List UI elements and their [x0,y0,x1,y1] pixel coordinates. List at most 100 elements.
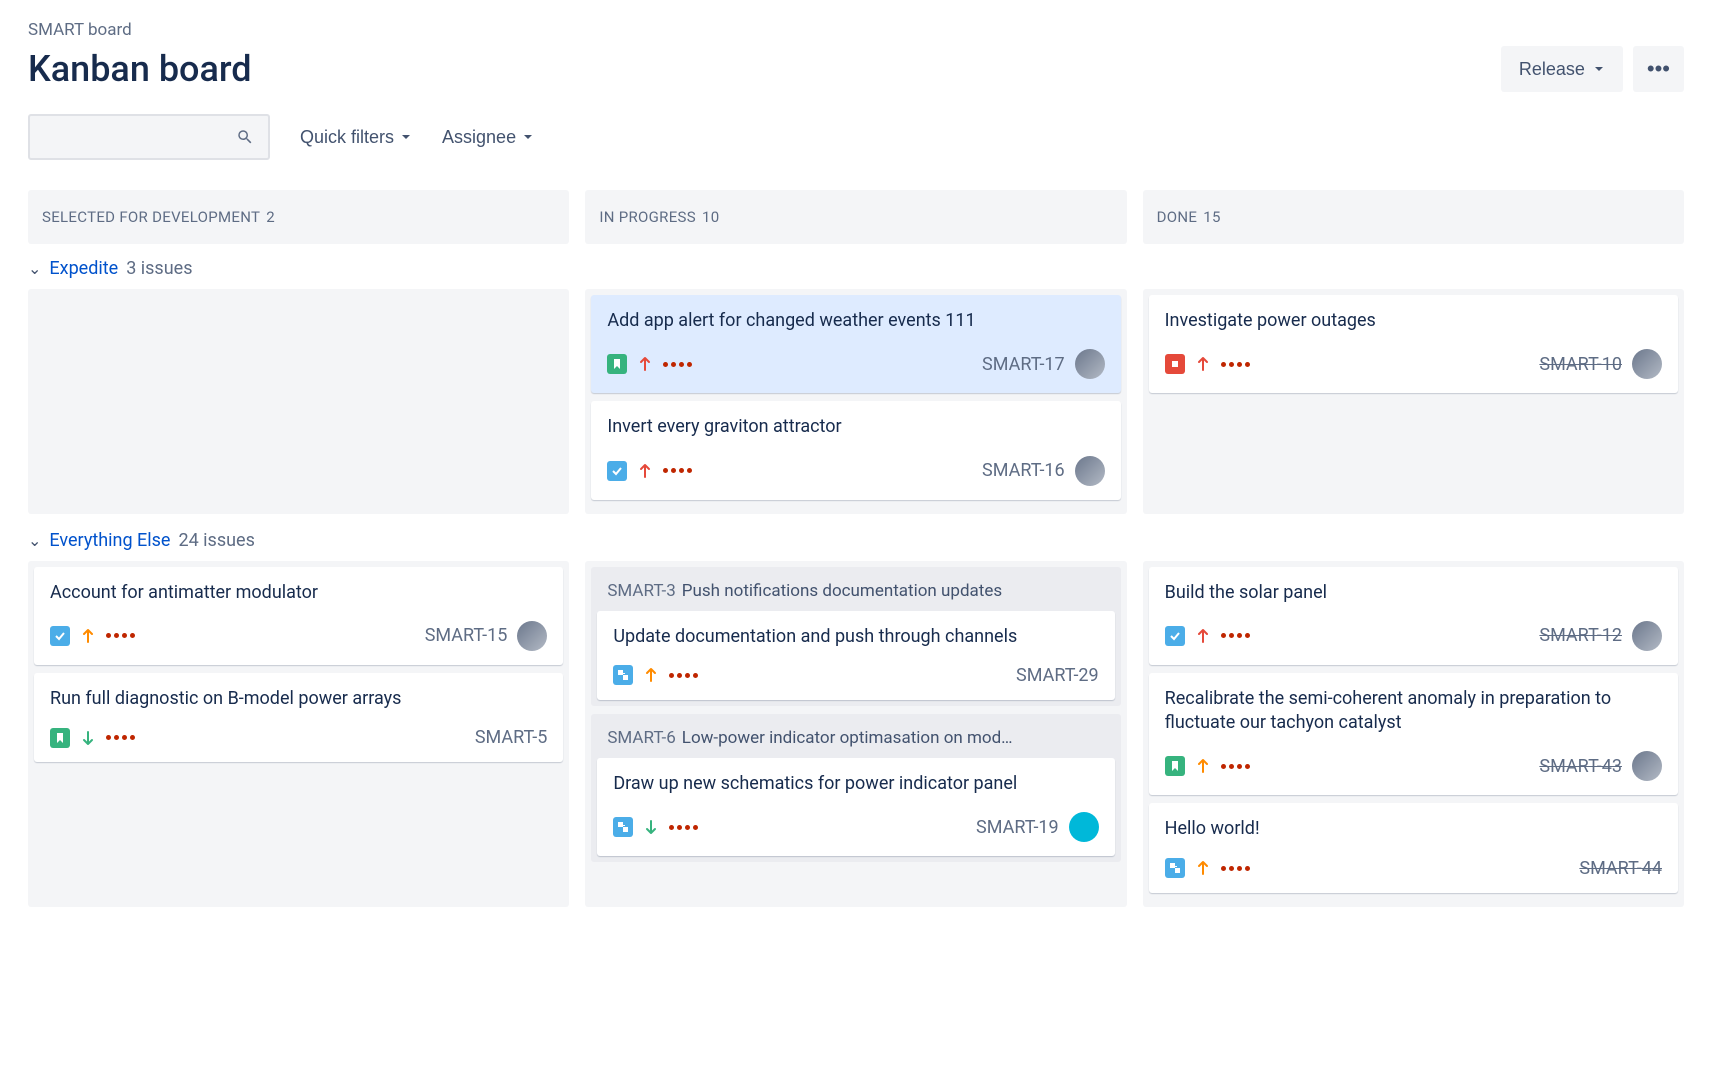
chevron-down-icon [1593,63,1605,75]
column-name: DONE [1157,208,1198,226]
card-footer: SMART-15 [50,621,547,651]
swimlane-count: 24 issues [178,530,254,551]
issue-key[interactable]: SMART-15 [425,625,508,646]
release-button[interactable]: Release [1501,46,1623,92]
swimlane-name: Expedite [49,258,118,279]
issue-key[interactable]: SMART-19 [976,817,1059,838]
breadcrumb[interactable]: SMART board [28,20,1684,40]
avatar[interactable] [1632,751,1662,781]
card-footer: SMART-43 [1165,751,1662,781]
column-dropzone[interactable]: Build the solar panel SMART-12 Recalibrate… [1143,561,1684,907]
dots-icon [1221,866,1250,871]
card-meta [1165,626,1250,646]
dots-icon [1221,633,1250,638]
issue-card[interactable]: Investigate power outages SMART-10 [1149,295,1678,393]
more-button[interactable]: ••• [1633,46,1684,92]
issue-key[interactable]: SMART-5 [475,727,547,748]
card-title: Hello world! [1165,817,1662,841]
avatar[interactable] [1632,621,1662,651]
issue-card[interactable]: Run full diagnostic on B-model power arr… [34,673,563,762]
card-right: SMART-5 [475,727,547,748]
bug-type-icon [1165,354,1185,374]
subtask-parent[interactable]: SMART-3Push notifications documentation … [597,573,1114,611]
column-name: IN PROGRESS [599,208,696,226]
column-dropzone[interactable] [28,289,569,514]
card-footer: SMART-17 [607,349,1104,379]
assignee-dropdown[interactable]: Assignee [442,127,534,148]
column-dropzone[interactable]: Investigate power outages SMART-10 [1143,289,1684,514]
card-footer: SMART-44 [1165,858,1662,879]
column-dropzone[interactable]: SMART-3Push notifications documentation … [585,561,1126,907]
card-title: Run full diagnostic on B-model power arr… [50,687,547,711]
column-header[interactable]: SELECTED FOR DEVELOPMENT2 [28,190,569,244]
priority-high-orange-icon [1195,757,1211,775]
card-right: SMART-12 [1539,621,1662,651]
column-dropzone[interactable]: Account for antimatter modulatorSMART-15… [28,561,569,907]
search-icon [236,128,254,146]
priority-low-green-icon [80,729,96,747]
card-meta [607,354,692,374]
dots-icon [663,468,692,473]
card-right: SMART-44 [1579,858,1662,879]
release-label: Release [1519,59,1585,80]
dots-icon [106,633,135,638]
column-dropzone[interactable]: Add app alert for changed weather events… [585,289,1126,514]
subtask-group[interactable]: SMART-3Push notifications documentation … [591,567,1120,706]
subtask-type-icon [613,817,633,837]
avatar[interactable] [1075,456,1105,486]
issue-card[interactable]: Draw up new schematics for power indicat… [597,758,1114,856]
subtask-parent[interactable]: SMART-6Low-power indicator optimasation … [597,720,1114,758]
dots-icon [106,735,135,740]
dots-icon [1221,764,1250,769]
card-title: Investigate power outages [1165,309,1662,333]
issue-card[interactable]: Account for antimatter modulatorSMART-15 [34,567,563,665]
issue-card[interactable]: Build the solar panel SMART-12 [1149,567,1678,665]
priority-high-red-icon [637,355,653,373]
parent-key: SMART-6 [607,728,675,748]
story-type-icon [607,354,627,374]
column-header[interactable]: DONE15 [1143,190,1684,244]
avatar[interactable] [1075,349,1105,379]
card-title: Update documentation and push through ch… [613,625,1098,649]
avatar[interactable] [1069,812,1099,842]
card-footer: SMART-10 [1165,349,1662,379]
issue-key[interactable]: SMART-43 [1539,756,1622,777]
swimlane-toggle[interactable]: ⌄Expedite 3 issues [28,258,1684,279]
issue-key[interactable]: SMART-12 [1539,625,1622,646]
task-type-icon [1165,626,1185,646]
header-actions: Release ••• [1501,46,1684,92]
issue-key[interactable]: SMART-10 [1539,354,1622,375]
issue-card[interactable]: Recalibrate the semi-coherent anomaly in… [1149,673,1678,796]
quick-filters-dropdown[interactable]: Quick filters [300,127,412,148]
card-meta [1165,756,1250,776]
card-footer: SMART-12 [1165,621,1662,651]
card-right: SMART-19 [976,812,1099,842]
board: ⌄Expedite 3 issues Add app alert for chan… [28,258,1684,907]
ellipsis-icon: ••• [1647,56,1670,81]
avatar[interactable] [517,621,547,651]
issue-card[interactable]: Add app alert for changed weather events… [591,295,1120,393]
card-title: Build the solar panel [1165,581,1662,605]
subtask-type-icon [613,665,633,685]
column-header[interactable]: IN PROGRESS 10 [585,190,1126,244]
issue-card[interactable]: Update documentation and push through ch… [597,611,1114,700]
card-meta [50,626,135,646]
card-meta [607,461,692,481]
card-title: Invert every graviton attractor [607,415,1104,439]
issue-key[interactable]: SMART-17 [982,354,1065,375]
story-type-icon [1165,756,1185,776]
card-right: SMART-17 [982,349,1105,379]
issue-key[interactable]: SMART-29 [1016,665,1099,686]
avatar[interactable] [1632,349,1662,379]
search-input[interactable] [28,114,270,160]
card-meta [613,817,698,837]
issue-card[interactable]: Hello world! SMART-44 [1149,803,1678,892]
issue-key[interactable]: SMART-16 [982,460,1065,481]
issue-card[interactable]: Invert every graviton attractor SMART-16 [591,401,1120,499]
priority-high-orange-icon [80,627,96,645]
column-count: 10 [702,208,719,226]
swimlane-toggle[interactable]: ⌄Everything Else 24 issues [28,530,1684,551]
subtask-group[interactable]: SMART-6Low-power indicator optimasation … [591,714,1120,862]
quick-filters-label: Quick filters [300,127,394,148]
issue-key[interactable]: SMART-44 [1579,858,1662,879]
